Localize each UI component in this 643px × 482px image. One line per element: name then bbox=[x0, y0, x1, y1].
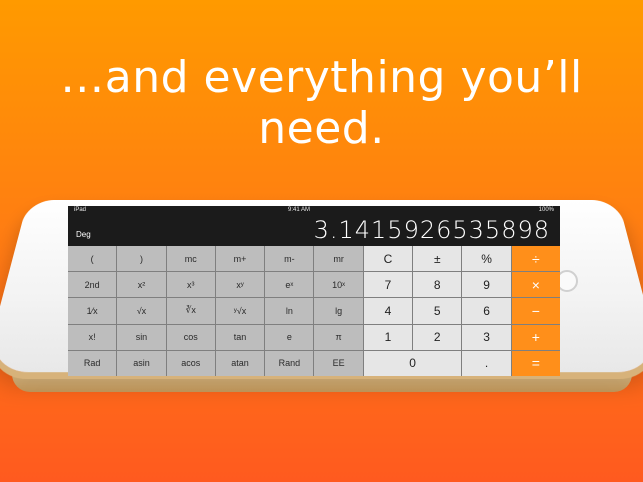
key-mr[interactable]: mr bbox=[314, 246, 363, 272]
key-cbrt[interactable]: ∛x bbox=[166, 298, 215, 324]
key-clear[interactable]: C bbox=[363, 246, 413, 272]
key-ee[interactable]: EE bbox=[314, 350, 363, 376]
carrier-label: iPad bbox=[74, 207, 87, 213]
key-yroot[interactable]: ʸ√x bbox=[215, 298, 265, 324]
key-x-squared[interactable]: x² bbox=[117, 272, 166, 298]
key-0[interactable]: 0 bbox=[363, 350, 462, 376]
key-plus-minus[interactable]: ± bbox=[413, 246, 462, 272]
display-value: 3.1415926535898 bbox=[313, 216, 550, 244]
key-sqrt[interactable]: √x bbox=[117, 298, 166, 324]
key-4[interactable]: 4 bbox=[363, 298, 413, 324]
keypad: ( ) mc m+ m- mr C ± % ÷ 2nd x² x³ xʸ eˣ … bbox=[68, 246, 560, 376]
key-multiply[interactable]: × bbox=[511, 272, 560, 298]
key-e-pow-x[interactable]: eˣ bbox=[265, 272, 314, 298]
key-7[interactable]: 7 bbox=[363, 272, 413, 298]
calculator-screen: iPad 9:41 AM 100% Deg 3.1415926535898 ( … bbox=[68, 206, 560, 376]
key-9[interactable]: 9 bbox=[462, 272, 511, 298]
key-6[interactable]: 6 bbox=[462, 298, 511, 324]
key-10-pow-x[interactable]: 10ˣ bbox=[314, 272, 363, 298]
key-acos[interactable]: acos bbox=[166, 350, 215, 376]
key-rand[interactable]: Rand bbox=[265, 350, 314, 376]
key-asin[interactable]: asin bbox=[117, 350, 166, 376]
key-sin[interactable]: sin bbox=[117, 324, 166, 350]
key-add[interactable]: + bbox=[511, 324, 560, 350]
key-pi[interactable]: π bbox=[314, 324, 363, 350]
key-m-minus[interactable]: m- bbox=[265, 246, 314, 272]
status-bar: iPad 9:41 AM 100% bbox=[68, 206, 560, 216]
key-2[interactable]: 2 bbox=[413, 324, 462, 350]
key-8[interactable]: 8 bbox=[413, 272, 462, 298]
key-ln[interactable]: ln bbox=[265, 298, 314, 324]
key-close-paren[interactable]: ) bbox=[117, 246, 166, 272]
key-atan[interactable]: atan bbox=[215, 350, 265, 376]
key-3[interactable]: 3 bbox=[462, 324, 511, 350]
key-subtract[interactable]: − bbox=[511, 298, 560, 324]
key-m-plus[interactable]: m+ bbox=[215, 246, 265, 272]
key-reciprocal[interactable]: 1⁄x bbox=[68, 298, 117, 324]
key-cos[interactable]: cos bbox=[166, 324, 215, 350]
headline: …and everything you’ll need. bbox=[60, 52, 583, 154]
key-x-cubed[interactable]: x³ bbox=[166, 272, 215, 298]
key-5[interactable]: 5 bbox=[413, 298, 462, 324]
key-divide[interactable]: ÷ bbox=[511, 246, 560, 272]
key-decimal[interactable]: . bbox=[462, 350, 511, 376]
key-e[interactable]: e bbox=[265, 324, 314, 350]
key-percent[interactable]: % bbox=[462, 246, 511, 272]
key-open-paren[interactable]: ( bbox=[68, 246, 117, 272]
key-lg[interactable]: lg bbox=[314, 298, 363, 324]
battery-label: 100% bbox=[538, 207, 554, 213]
key-1[interactable]: 1 bbox=[363, 324, 413, 350]
key-tan[interactable]: tan bbox=[215, 324, 265, 350]
key-factorial[interactable]: x! bbox=[68, 324, 117, 350]
key-mc[interactable]: mc bbox=[166, 246, 215, 272]
time-label: 9:41 AM bbox=[288, 207, 311, 213]
key-equals[interactable]: = bbox=[511, 350, 560, 376]
key-rad[interactable]: Rad bbox=[68, 350, 117, 376]
calculator-display: Deg 3.1415926535898 bbox=[68, 216, 560, 246]
angle-mode: Deg bbox=[76, 230, 91, 239]
key-x-pow-y[interactable]: xʸ bbox=[215, 272, 265, 298]
key-2nd[interactable]: 2nd bbox=[68, 272, 117, 298]
